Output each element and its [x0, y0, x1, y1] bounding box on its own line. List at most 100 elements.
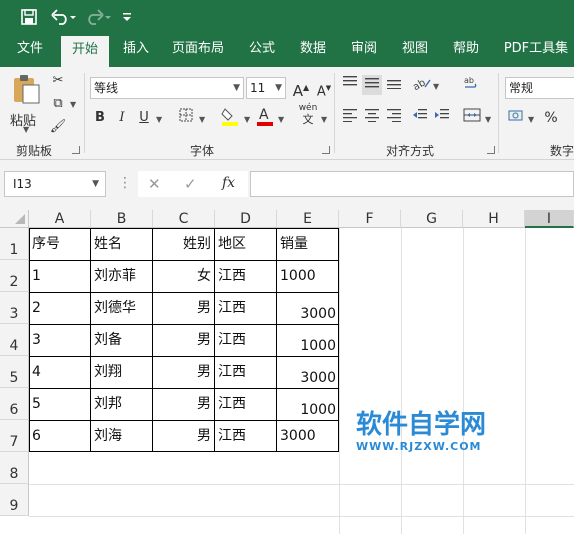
table-cell[interactable]: 4 — [29, 356, 90, 388]
number-format-select[interactable]: 常规 — [505, 77, 574, 99]
merge-center-icon[interactable] — [462, 108, 482, 128]
undo-icon[interactable] — [50, 6, 78, 28]
cancel-icon[interactable]: ✕ — [148, 175, 161, 193]
table-cell[interactable]: 刘翔 — [91, 356, 152, 388]
table-cell[interactable]: 刘备 — [91, 324, 152, 356]
accounting-format-icon[interactable] — [507, 108, 527, 128]
tab-home[interactable]: 开始 — [61, 36, 109, 67]
paste-button[interactable]: 粘贴 ▼ — [10, 73, 44, 137]
font-color-icon[interactable]: A — [255, 106, 275, 126]
accounting-dropdown-icon[interactable]: ▼ — [528, 115, 534, 124]
row-header[interactable]: 6 — [0, 388, 29, 420]
column-header[interactable]: D — [215, 210, 277, 228]
phonetic-guide-button[interactable]: wén 文 — [298, 103, 318, 125]
table-header-cell[interactable]: 姓别 — [153, 228, 214, 260]
table-cell[interactable]: 江西 — [215, 388, 276, 420]
format-painter-icon[interactable]: 🖌 — [48, 117, 68, 137]
align-center-icon[interactable] — [362, 108, 382, 128]
shrink-font-button[interactable]: A▼ — [314, 78, 334, 99]
table-cell[interactable]: 女 — [153, 260, 214, 292]
align-bottom-icon[interactable] — [384, 75, 404, 95]
align-middle-icon[interactable] — [362, 75, 382, 95]
row-header[interactable]: 9 — [0, 484, 29, 516]
name-box[interactable]: I13 ▼ — [4, 171, 106, 197]
orientation-dropdown-icon[interactable]: ▼ — [433, 82, 439, 91]
tab-file[interactable]: 文件 — [8, 34, 52, 67]
font-size-select[interactable]: 11 ▼ — [246, 77, 286, 99]
formula-bar-grip-icon[interactable]: ⋮ — [118, 175, 132, 191]
font-color-dropdown-icon[interactable]: ▼ — [278, 115, 284, 124]
copy-dropdown-icon[interactable]: ▼ — [70, 100, 76, 109]
table-cell[interactable]: 刘亦菲 — [91, 260, 152, 292]
column-header[interactable]: E — [277, 210, 339, 228]
fill-color-dropdown-icon[interactable]: ▼ — [244, 115, 250, 124]
column-header[interactable]: A — [29, 210, 91, 228]
table-cell[interactable]: 江西 — [215, 356, 276, 388]
decrease-indent-icon[interactable] — [410, 108, 430, 128]
row-header[interactable]: 5 — [0, 356, 29, 388]
table-cell[interactable]: 1 — [29, 260, 90, 292]
table-cell[interactable]: 刘邦 — [91, 388, 152, 420]
table-cell[interactable]: 刘海 — [91, 420, 152, 452]
table-cell[interactable]: 男 — [153, 324, 214, 356]
tab-pdf-tools[interactable]: PDF工具集 — [498, 34, 574, 67]
table-cell[interactable]: 男 — [153, 292, 214, 324]
table-cell[interactable]: 1000 — [277, 388, 338, 420]
table-cell[interactable]: 江西 — [215, 260, 276, 292]
save-icon[interactable] — [18, 6, 40, 28]
column-header[interactable]: F — [339, 210, 401, 228]
table-cell[interactable]: 5 — [29, 388, 90, 420]
row-header[interactable]: 7 — [0, 420, 29, 452]
table-header-cell[interactable]: 序号 — [29, 228, 90, 260]
tab-formulas[interactable]: 公式 — [240, 34, 284, 67]
wrap-text-icon[interactable]: ab — [462, 75, 482, 95]
select-all-corner[interactable] — [0, 210, 29, 228]
column-header[interactable]: H — [463, 210, 525, 228]
cut-icon[interactable]: ✂ — [48, 71, 68, 91]
row-header[interactable]: 1 — [0, 228, 29, 260]
column-header[interactable]: G — [401, 210, 463, 228]
copy-icon[interactable]: ⧉ — [48, 94, 68, 114]
table-cell[interactable]: 江西 — [215, 292, 276, 324]
percent-style-button[interactable]: % — [541, 108, 561, 128]
table-cell[interactable]: 3000 — [277, 420, 338, 452]
phonetic-dropdown-icon[interactable]: ▼ — [321, 115, 327, 124]
borders-icon[interactable] — [176, 108, 196, 128]
table-cell[interactable]: 6 — [29, 420, 90, 452]
tab-review[interactable]: 审阅 — [342, 34, 386, 67]
orientation-icon[interactable]: ab — [411, 75, 432, 95]
table-cell[interactable]: 刘德华 — [91, 292, 152, 324]
clipboard-dialog-launcher[interactable] — [72, 146, 80, 154]
alignment-dialog-launcher[interactable] — [487, 146, 495, 154]
row-header[interactable]: 4 — [0, 324, 29, 356]
paste-dropdown-icon[interactable]: ▼ — [23, 125, 29, 134]
table-cell[interactable]: 1000 — [277, 324, 338, 356]
column-header-selected[interactable]: I — [525, 210, 574, 228]
formula-input[interactable] — [250, 171, 574, 197]
font-name-select[interactable]: 等线 ▼ — [90, 77, 244, 99]
table-header-cell[interactable]: 销量 — [277, 228, 338, 260]
row-header[interactable]: 8 — [0, 452, 29, 484]
align-left-icon[interactable] — [340, 108, 360, 128]
tab-page-layout[interactable]: 页面布局 — [166, 34, 230, 67]
fill-color-icon[interactable] — [220, 106, 240, 126]
comma-style-icon[interactable]: , — [565, 108, 574, 128]
table-header-cell[interactable]: 地区 — [215, 228, 276, 260]
redo-icon[interactable] — [86, 6, 112, 28]
table-header-cell[interactable]: 姓名 — [91, 228, 152, 260]
row-header[interactable]: 2 — [0, 260, 29, 292]
tab-data[interactable]: 数据 — [291, 34, 335, 67]
column-header[interactable]: C — [153, 210, 215, 228]
tab-insert[interactable]: 插入 — [114, 34, 158, 67]
underline-button[interactable]: U — [134, 108, 154, 128]
tab-view[interactable]: 视图 — [393, 34, 437, 67]
bold-button[interactable]: B — [90, 108, 110, 128]
increase-indent-icon[interactable] — [432, 108, 452, 128]
table-cell[interactable]: 1000 — [277, 260, 338, 292]
font-dialog-launcher[interactable] — [322, 146, 330, 154]
table-cell[interactable]: 江西 — [215, 420, 276, 452]
table-cell[interactable]: 江西 — [215, 324, 276, 356]
table-cell[interactable]: 男 — [153, 388, 214, 420]
column-header[interactable]: B — [91, 210, 153, 228]
table-cell[interactable]: 2 — [29, 292, 90, 324]
